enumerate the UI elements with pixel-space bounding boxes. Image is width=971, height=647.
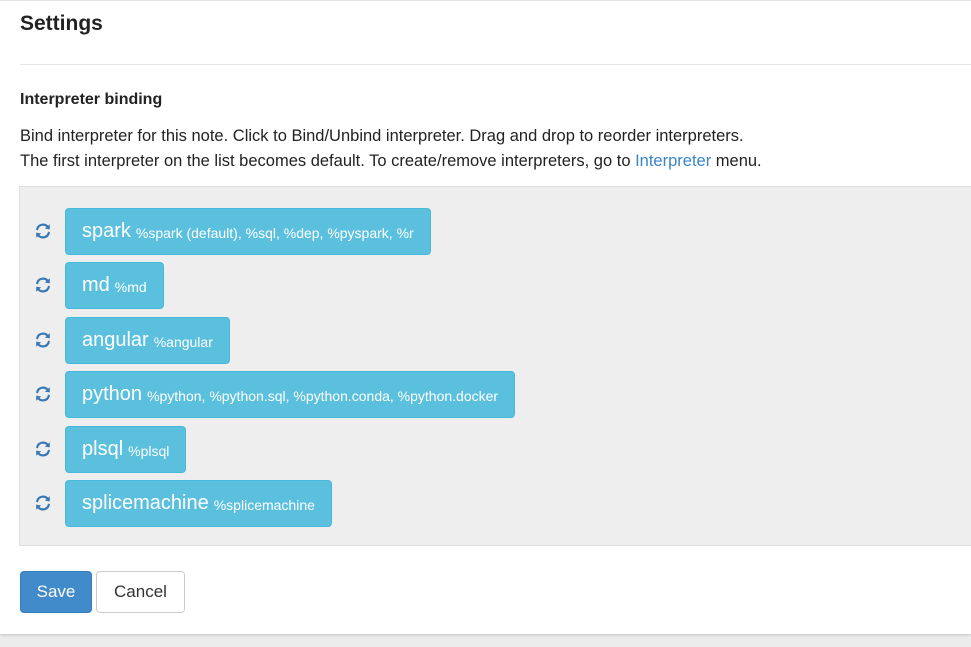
interpreter-aliases: %splicemachine bbox=[213, 496, 315, 513]
refresh-icon[interactable] bbox=[34, 331, 52, 349]
interpreter-name: md bbox=[82, 273, 110, 296]
description-line-2: The first interpreter on the list become… bbox=[20, 149, 762, 174]
refresh-icon[interactable] bbox=[34, 222, 52, 240]
save-button[interactable]: Save bbox=[20, 571, 92, 613]
cancel-button[interactable]: Cancel bbox=[96, 571, 185, 613]
interpreter-aliases: %spark (default), %sql, %dep, %pyspark, … bbox=[135, 224, 414, 241]
interpreter-button-python[interactable]: python %python, %python.sql, %python.con… bbox=[65, 370, 516, 418]
interpreter-button-spark[interactable]: spark %spark (default), %sql, %dep, %pys… bbox=[65, 207, 431, 255]
interpreter-aliases: %md bbox=[114, 278, 147, 295]
interpreter-aliases: %plsql bbox=[128, 442, 170, 459]
settings-panel: Settings Interpreter binding Bind interp… bbox=[0, 0, 971, 634]
binding-description: Bind interpreter for this note. Click to… bbox=[20, 124, 762, 174]
refresh-icon[interactable] bbox=[34, 385, 52, 403]
interpreter-aliases: %python, %python.sql, %python.conda, %py… bbox=[147, 387, 499, 404]
description-line-2-suffix: menu. bbox=[711, 152, 762, 170]
page-title: Settings bbox=[20, 12, 103, 35]
interpreter-name: angular bbox=[82, 328, 149, 351]
interpreter-button-angular[interactable]: angular %angular bbox=[65, 316, 230, 364]
divider bbox=[20, 64, 971, 65]
interpreter-list: spark %spark (default), %sql, %dep, %pys… bbox=[19, 186, 971, 546]
interpreter-button-md[interactable]: md %md bbox=[65, 261, 164, 309]
interpreter-button-plsql[interactable]: plsql %plsql bbox=[65, 425, 187, 473]
description-line-2-prefix: The first interpreter on the list become… bbox=[20, 152, 636, 170]
refresh-icon[interactable] bbox=[34, 494, 52, 512]
interpreter-name: splicemachine bbox=[82, 491, 209, 514]
description-line-1: Bind interpreter for this note. Click to… bbox=[20, 127, 744, 145]
interpreter-name: python bbox=[82, 382, 143, 405]
section-heading: Interpreter binding bbox=[20, 91, 163, 108]
refresh-icon[interactable] bbox=[34, 440, 52, 458]
interpreter-button-splicemachine[interactable]: splicemachine %splicemachine bbox=[65, 479, 332, 527]
interpreter-menu-link[interactable]: Interpreter bbox=[635, 152, 711, 170]
interpreter-aliases: %angular bbox=[153, 333, 213, 350]
refresh-icon[interactable] bbox=[34, 276, 52, 294]
interpreter-name: spark bbox=[82, 219, 131, 242]
interpreter-name: plsql bbox=[82, 437, 124, 460]
